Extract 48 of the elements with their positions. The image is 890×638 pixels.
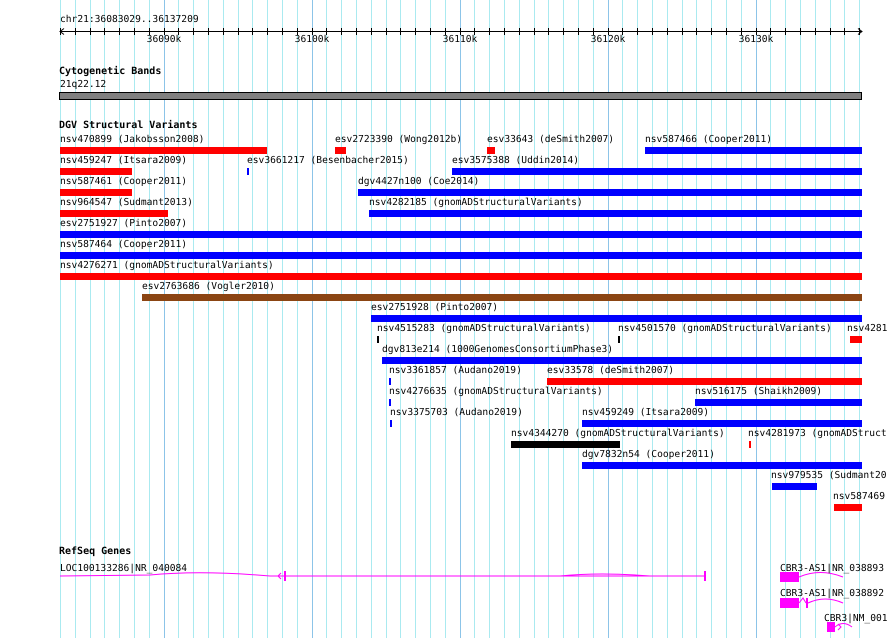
variant-label: esv2751928 (Pinto2007) — [371, 302, 498, 314]
gene-label: CBR3-AS1|NR_038893 — [780, 563, 884, 575]
variant-label: nsv4344270 (gnomADStructuralVariants) — [511, 428, 725, 440]
gene-model-drawing — [780, 598, 844, 608]
variant-label: nsv4515283 (gnomADStructuralVariants) — [377, 323, 591, 335]
variant-label: nsv3375703 (Audano2019) — [390, 407, 523, 419]
variant-label: nsv979535 (Sudmant20 — [771, 470, 887, 482]
variant-label: esv3661217 (Besenbacher2015) — [247, 155, 409, 167]
variant-label: esv2763686 (Vogler2010) — [142, 281, 275, 293]
tick-label: 36120k — [590, 34, 626, 46]
variant-label: nsv4282185 (gnomADStructuralVariants) — [369, 197, 583, 209]
variant-label: nsv4281973 (gnomADStruct — [748, 428, 887, 440]
track-title: RefSeq Genes — [59, 546, 132, 558]
gene-label: CBR3|NM_001 — [824, 613, 888, 625]
variant-label: nsv964547 (Sudmant2013) — [60, 197, 193, 209]
variant-label: nsv587461 (Cooper2011) — [60, 176, 188, 188]
location-label: chr21:36083029..36137209 — [60, 14, 199, 26]
tick-label: 36130k — [738, 34, 774, 46]
band-label: 21q22.12 — [60, 79, 106, 91]
variant-label: nsv4276271 (gnomADStructuralVariants) — [60, 260, 274, 272]
variant-label: esv2723390 (Wong2012b) — [335, 134, 462, 146]
gene-label: CBR3-AS1|NR_038892 — [780, 588, 884, 600]
track-title: DGV Structural Variants — [59, 120, 198, 132]
variant-label: nsv4501570 (gnomADStructuralVariants) — [618, 323, 832, 335]
variant-label: nsv459249 (Itsara2009) — [582, 407, 710, 419]
variant-label: esv33578 (deSmith2007) — [547, 365, 674, 377]
variant-label: nsv3361857 (Audano2019) — [389, 365, 522, 377]
tick-label: 36090k — [146, 34, 182, 46]
variant-label: esv3575388 (Uddin2014) — [452, 155, 580, 167]
gene-model-drawing — [780, 572, 844, 582]
gene-model-drawing — [827, 622, 852, 632]
variant-label: nsv587469 — [833, 491, 885, 503]
tick-label: 36110k — [442, 34, 478, 46]
variant-label: nsv516175 (Shaikh2009) — [695, 386, 822, 398]
variant-label: dgv813e214 (1000GenomesConsortiumPhase3) — [382, 344, 614, 356]
variant-label: nsv4276635 (gnomADStructuralVariants) — [389, 386, 603, 398]
variant-label: nsv459247 (Itsara2009) — [60, 155, 188, 167]
variant-label: esv33643 (deSmith2007) — [487, 134, 614, 146]
variant-label: nsv587464 (Cooper2011) — [60, 239, 188, 251]
gene-label: LOC100133286|NR_040084 — [60, 563, 188, 575]
variant-label: nsv587466 (Cooper2011) — [645, 134, 772, 146]
track-title: Cytogenetic Bands — [59, 66, 162, 78]
variant-label: dgv7832n54 (Cooper2011) — [582, 449, 715, 461]
tick-label: 36100k — [294, 34, 330, 46]
variant-label: esv2751927 (Pinto2007) — [60, 218, 188, 230]
variant-label: nsv470899 (Jakobsson2008) — [60, 134, 204, 146]
variant-label: nsv4281 — [847, 323, 888, 335]
variant-label: dgv4427n100 (Coe2014) — [358, 176, 480, 188]
